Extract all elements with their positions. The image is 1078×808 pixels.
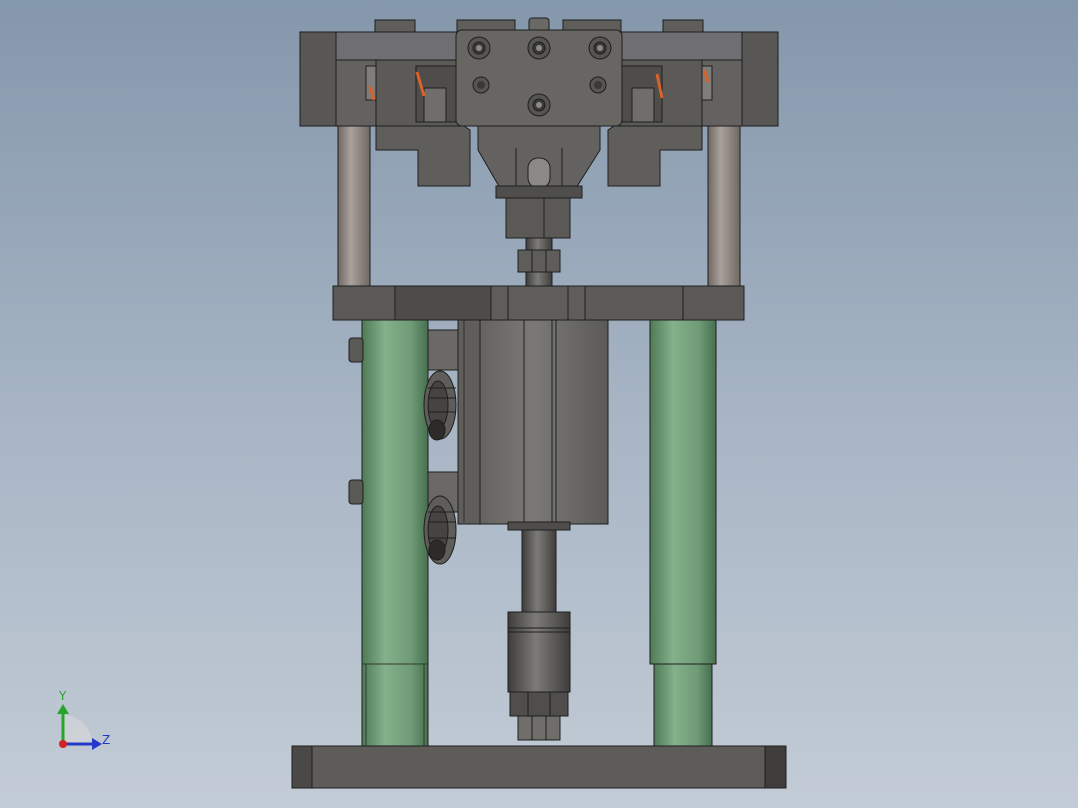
z-axis-label: Z (102, 733, 110, 747)
y-axis-label: Y (58, 689, 67, 703)
triad-quadrant (63, 715, 92, 744)
assembly-drawing: Y Z (57, 17, 787, 789)
floating-joint (507, 611, 571, 741)
x-axis-marker (59, 740, 67, 748)
base-plate (291, 745, 787, 789)
right-green-column (649, 317, 717, 747)
pneumatic-cylinder (457, 317, 609, 531)
cad-viewport[interactable]: Y Z (0, 0, 1078, 808)
axis-triad: Y Z (57, 689, 110, 750)
middle-plate (332, 285, 745, 321)
gripper-housing (375, 119, 703, 239)
left-green-column (361, 317, 429, 747)
upper-rod (517, 237, 561, 287)
piston-rod (521, 529, 557, 613)
